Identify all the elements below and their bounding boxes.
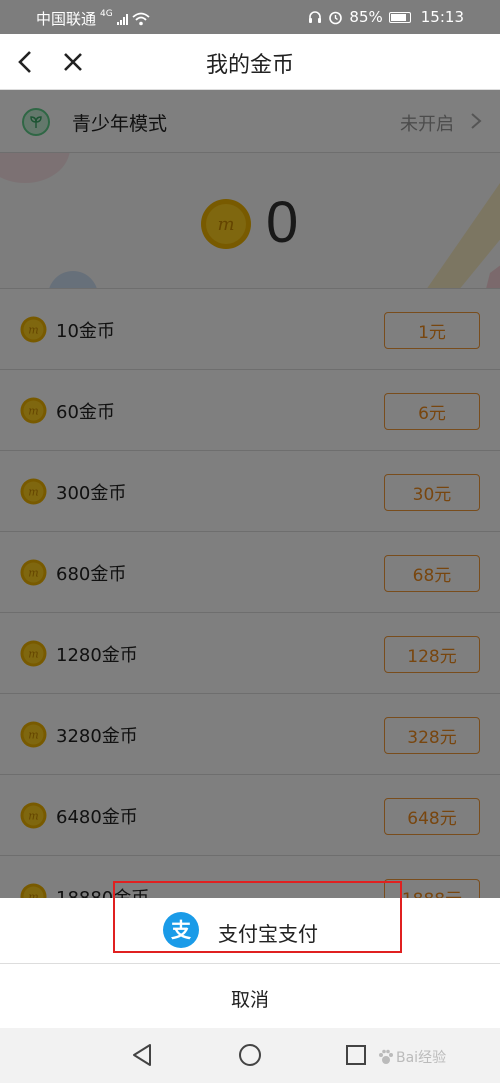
- signal-icon: [116, 13, 128, 25]
- cancel-label: 取消: [230, 989, 269, 1011]
- coin-balance-panel: m 0: [0, 153, 500, 289]
- coin-package-row[interactable]: m 18880金币 1888元: [0, 856, 500, 898]
- sprout-icon: [22, 108, 50, 136]
- nav-bar: 我的金币: [0, 34, 500, 90]
- coin-icon: m: [20, 640, 47, 667]
- price-button[interactable]: 648元: [384, 798, 480, 835]
- svg-text:m: m: [28, 810, 38, 823]
- coin-icon: m: [20, 316, 47, 343]
- alipay-option[interactable]: 支 支付宝支付: [0, 898, 500, 964]
- system-recents-icon[interactable]: [345, 1044, 367, 1066]
- teen-mode-status: 未开启: [400, 114, 454, 135]
- coin-package-label: 3280金币: [56, 726, 138, 747]
- coin-balance-value: 0: [266, 190, 299, 255]
- paw-logo-icon: [379, 1049, 393, 1064]
- svg-text:m: m: [217, 214, 234, 235]
- svg-text:m: m: [28, 891, 38, 899]
- battery-percent: 85%: [349, 8, 383, 26]
- chevron-right-icon: [471, 113, 482, 129]
- status-bar: 中国联通 4G 85% 15:13: [0, 0, 500, 34]
- price-button[interactable]: 1888元: [384, 879, 480, 898]
- coin-package-row[interactable]: m 10金币 1元: [0, 289, 500, 370]
- decor-blob: [48, 271, 98, 288]
- battery-icon: [388, 11, 411, 23]
- svg-text:m: m: [28, 567, 38, 580]
- system-nav-bar: Bai经验: [0, 1028, 500, 1083]
- price-button[interactable]: 328元: [384, 717, 480, 754]
- clock-time: 15:13: [420, 8, 464, 26]
- coin-package-label: 10金币: [56, 321, 115, 342]
- decor-blob: [0, 153, 70, 183]
- back-icon[interactable]: [14, 48, 38, 76]
- payment-sheet: 支 支付宝支付 取消: [0, 898, 500, 1028]
- coin-package-row[interactable]: m 60金币 6元: [0, 370, 500, 451]
- alipay-label: 支付宝支付: [218, 922, 318, 946]
- alarm-icon: [329, 11, 343, 24]
- svg-text:m: m: [28, 405, 38, 418]
- svg-text:m: m: [28, 324, 38, 337]
- price-button[interactable]: 1元: [384, 312, 480, 349]
- coin-package-label: 680金币: [56, 564, 127, 585]
- price-button[interactable]: 6元: [384, 393, 480, 430]
- svg-text:m: m: [28, 729, 38, 742]
- coin-package-row[interactable]: m 680金币 68元: [0, 532, 500, 613]
- wifi-icon: [132, 12, 150, 25]
- headset-icon: [309, 11, 322, 23]
- coin-package-label: 60金币: [56, 402, 115, 423]
- coin-icon: m: [20, 802, 47, 829]
- teen-mode-row[interactable]: 青少年模式 未开启: [0, 90, 500, 153]
- svg-text:m: m: [28, 648, 38, 661]
- coin-icon: m: [20, 883, 47, 898]
- carrier-name: 中国联通: [36, 10, 97, 28]
- svg-text:支: 支: [171, 918, 192, 942]
- coin-package-label: 18880金币: [56, 884, 149, 898]
- coin-icon: m: [20, 478, 47, 505]
- coin-icon: m: [20, 721, 47, 748]
- price-button[interactable]: 30元: [384, 474, 480, 511]
- coin-package-row[interactable]: m 300金币 30元: [0, 451, 500, 532]
- system-home-icon[interactable]: [238, 1043, 262, 1067]
- watermark-text: Bai经验: [396, 1050, 447, 1066]
- system-back-icon[interactable]: [130, 1042, 154, 1068]
- network-type: 4G: [100, 8, 113, 19]
- coin-package-row[interactable]: m 3280金币 328元: [0, 694, 500, 775]
- price-button[interactable]: 68元: [384, 555, 480, 592]
- coin-icon: m: [201, 199, 251, 249]
- svg-text:m: m: [28, 486, 38, 499]
- coin-icon: m: [20, 559, 47, 586]
- close-icon[interactable]: [60, 48, 86, 76]
- decor-shapes: [427, 183, 500, 288]
- coin-icon: m: [20, 397, 47, 424]
- alipay-icon: 支: [163, 912, 199, 948]
- coin-store-content: 青少年模式 未开启 m 0 m 10金币 1元 m 60金币 6元 m 300金币 30元 m 68…: [0, 90, 500, 898]
- coin-package-row[interactable]: m 6480金币 648元: [0, 775, 500, 856]
- coin-package-label: 1280金币: [56, 645, 138, 666]
- coin-package-row[interactable]: m 1280金币 128元: [0, 613, 500, 694]
- price-button[interactable]: 128元: [384, 636, 480, 673]
- coin-package-label: 300金币: [56, 483, 127, 504]
- teen-mode-label: 青少年模式: [72, 113, 168, 135]
- watermark: Bai经验: [378, 1042, 490, 1072]
- coin-package-label: 6480金币: [56, 807, 138, 828]
- cancel-button[interactable]: 取消: [0, 964, 500, 1028]
